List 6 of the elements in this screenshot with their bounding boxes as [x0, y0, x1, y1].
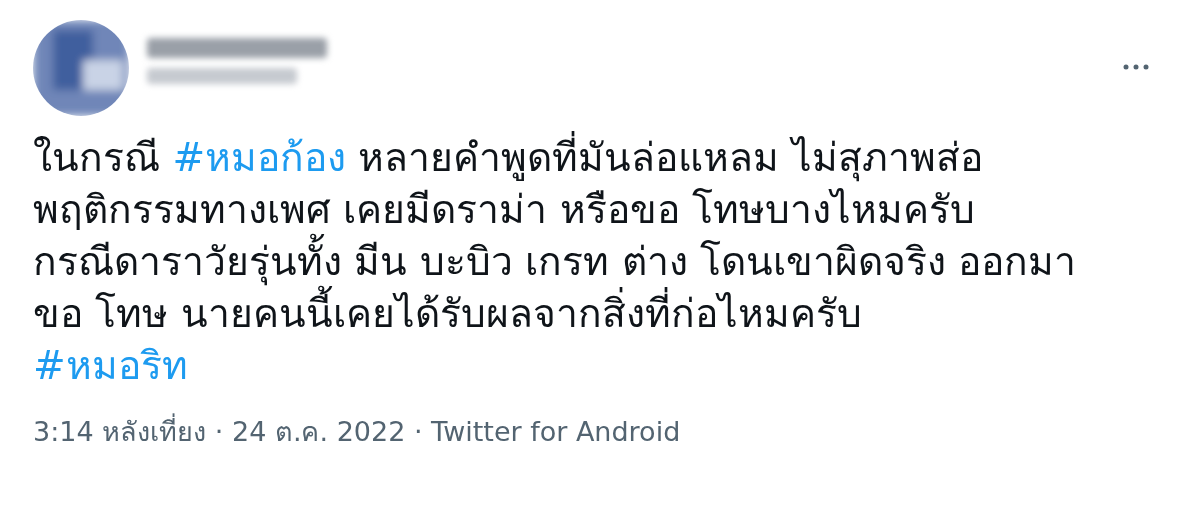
tweet-timestamp: 3:14 หลังเที่ยง · 24 ต.ค. 2022 · Twitter for Android [33, 412, 681, 453]
tweet-text: พฤติกรรมทางเพศ เคยมีดราม่า หรือขอ โทษบางไหมครับ [33, 186, 976, 233]
more-icon[interactable] [1123, 64, 1149, 70]
tweet-text: ในกรณี #หมอก้อง หลายคำพูดที่มันล่อแหลม ไม่สุภาพส่อ [33, 132, 983, 184]
hashtag-link[interactable]: #หมอริท [33, 343, 188, 388]
hashtag-link[interactable]: #หมอก้อง [172, 135, 347, 180]
